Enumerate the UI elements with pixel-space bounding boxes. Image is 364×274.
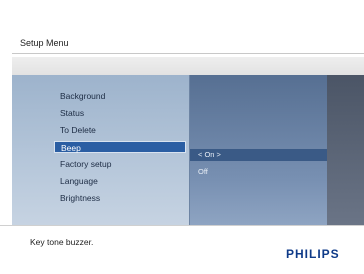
option-off[interactable]: Off (190, 167, 327, 176)
menu-item-language[interactable]: Language (60, 176, 98, 186)
brand-logo: PHILIPS (286, 247, 340, 261)
menu-item-beep[interactable]: Beep (54, 141, 186, 153)
menu-item-background[interactable]: Background (60, 91, 105, 101)
page-title: Setup Menu (20, 38, 69, 48)
menu-item-status[interactable]: Status (60, 108, 84, 118)
header: Setup Menu (0, 0, 364, 54)
menu-item-factory-setup[interactable]: Factory setup (60, 159, 112, 169)
menu-item-brightness[interactable]: Brightness (60, 193, 100, 203)
help-text: Key tone buzzer. (30, 237, 94, 247)
setup-menu-screen: Setup Menu Background Status To Delete B… (0, 0, 364, 274)
menu-item-to-delete[interactable]: To Delete (60, 125, 96, 135)
footer: Key tone buzzer. PHILIPS (0, 225, 364, 274)
side-panel (327, 75, 364, 225)
option-on[interactable]: < On > (190, 149, 327, 161)
header-divider (12, 53, 364, 54)
menu-top-band (12, 57, 364, 75)
